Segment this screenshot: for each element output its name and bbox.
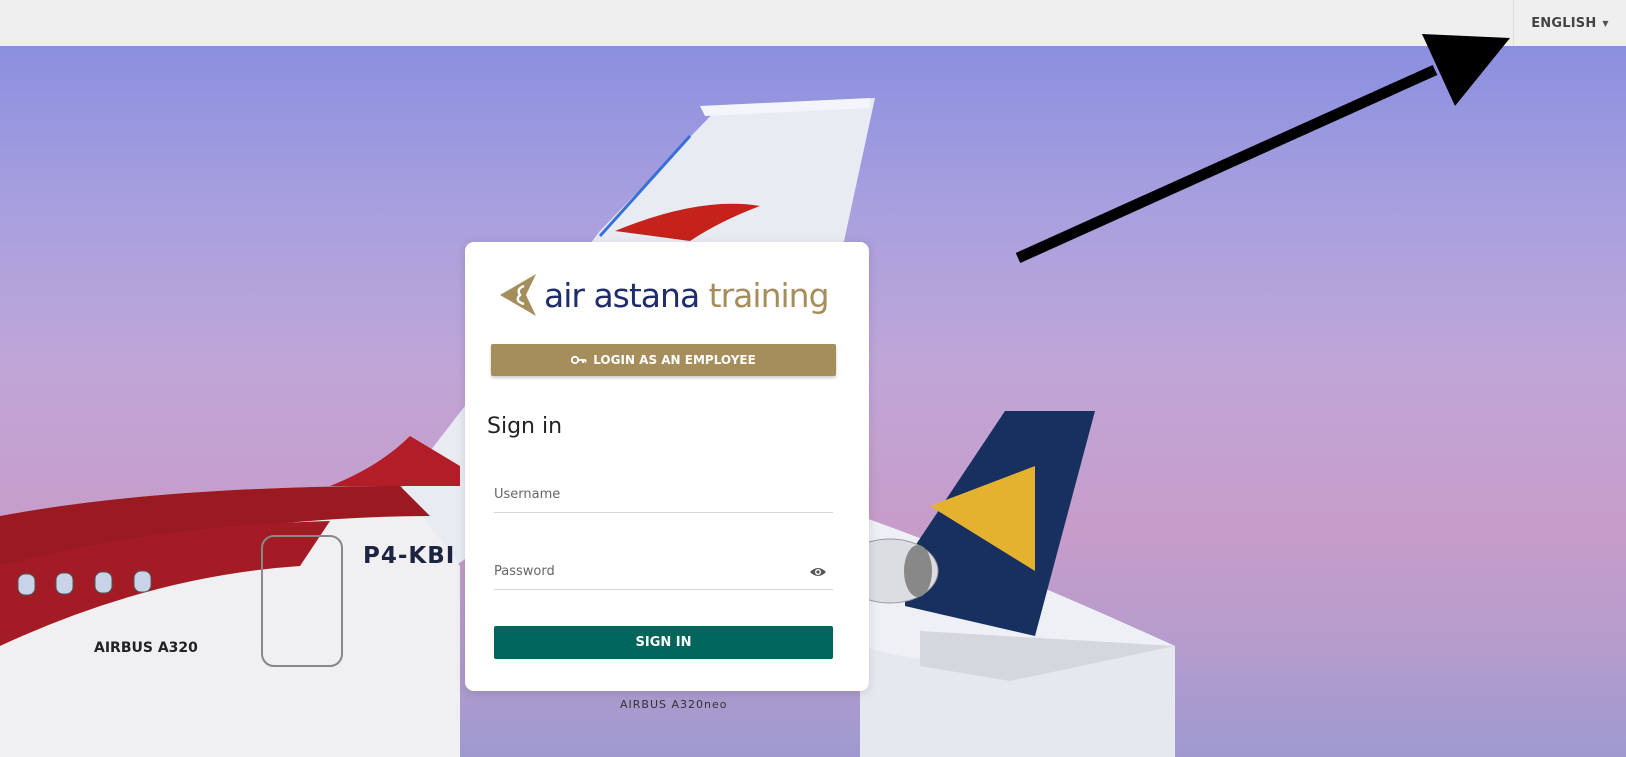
annotation-arrow bbox=[1015, 34, 1510, 264]
